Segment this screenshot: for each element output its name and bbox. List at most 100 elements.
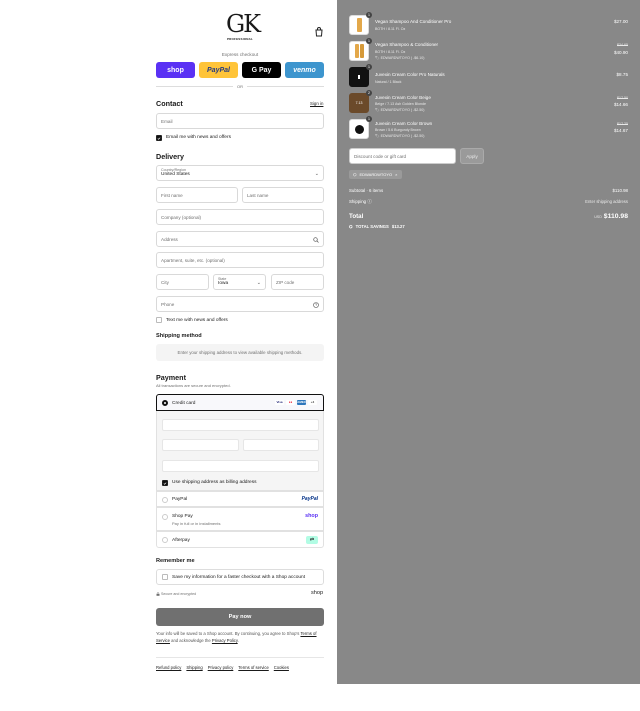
payment-heading: Payment [156, 373, 186, 382]
secure-note: Secure and encrypted [156, 592, 196, 596]
divider [156, 86, 233, 87]
shop-pay-logo: shop [305, 513, 318, 519]
help-icon[interactable] [313, 302, 319, 308]
shipping-link[interactable]: Shipping [186, 665, 202, 670]
gk-logo[interactable]: GK PROFESSIONAL [226, 11, 261, 47]
card-form: Use shipping address as billing address [156, 411, 324, 491]
subtotal-value: $110.98 [612, 188, 628, 193]
order-summary: 1 Vegan Shampoo And Conditioner Pro BOTH… [337, 0, 640, 684]
cart-item-variant: Beige / 7.13 Ash Golden Blonde [375, 102, 426, 106]
apply-button[interactable]: Apply [460, 148, 484, 164]
last-name-field[interactable]: Last name [242, 187, 324, 203]
express-checkout-title: Express checkout [221, 52, 259, 57]
privacy-link[interactable]: Privacy Policy [212, 638, 238, 643]
total-savings: ⌬ TOTAL SAVINGS $13.27 [349, 224, 405, 229]
discount-code-input[interactable]: Discount code or gift card [349, 148, 456, 164]
country-select[interactable]: Country/Region United States ⌄ [156, 165, 324, 181]
cart-item-discount: 🏷 EDWARDWTOYO ( -$2.50) [375, 108, 425, 112]
cvv-field[interactable] [243, 439, 319, 451]
sign-in-link[interactable]: Sign in [310, 101, 323, 106]
shop-pay-subtitle: Pay in full or in installments [172, 521, 221, 526]
zip-field[interactable]: ZIP code [271, 274, 324, 290]
credit-card-label: Credit card [172, 401, 196, 406]
checkout-main: GK PROFESSIONAL Express checkout shop Pa… [0, 0, 337, 711]
payment-subtitle: All transactions are secure and encrypte… [156, 383, 231, 388]
shop-pay-radio[interactable] [162, 514, 168, 520]
card-brands: Visa ●● AMEX +4 [275, 400, 317, 405]
shop-pay-label: Shop Pay [172, 514, 193, 519]
phone-field[interactable]: Phone [156, 296, 324, 312]
shopping-bag-icon[interactable] [314, 24, 324, 37]
tag-icon: ⌬ [349, 224, 353, 229]
cart-item-price: $27.00 [613, 19, 628, 24]
remember-box[interactable]: Save my information for a faster checkou… [156, 569, 324, 585]
cart-item-old-price: $17.25 [617, 122, 628, 126]
currency-code: USD [594, 215, 602, 219]
paypal-radio[interactable] [162, 497, 168, 503]
remember-heading: Remember me [156, 558, 195, 564]
remember-checkbox[interactable] [162, 574, 168, 580]
paypal-button[interactable]: PayPal [199, 62, 238, 78]
company-field[interactable]: Company (optional) [156, 209, 324, 225]
cart-item-discount: 🏷 EDWARDWTOYO ( -$6.10) [375, 56, 425, 60]
footer-links: Refund policy Shipping Privacy policy Te… [156, 665, 289, 670]
quantity-badge: 1 [366, 116, 372, 122]
card-number-field[interactable] [162, 419, 319, 431]
chevron-down-icon: ⌄ [256, 280, 261, 286]
tag-icon: ⌬ [353, 172, 357, 177]
more-cards-badge: +4 [308, 400, 317, 405]
address-field[interactable]: Address [156, 231, 324, 247]
cart-item-thumbnail: 1 [349, 116, 372, 139]
cookies-link[interactable]: Cookies [274, 665, 289, 670]
pay-now-button[interactable]: Pay now [156, 608, 324, 626]
text-offers-checkbox[interactable] [156, 317, 162, 323]
news-checkbox[interactable] [156, 135, 162, 141]
city-field[interactable]: City [156, 274, 209, 290]
terms-of-service-link[interactable]: Terms of service [238, 665, 268, 670]
afterpay-option[interactable]: Afterpay ⇄ [156, 531, 324, 548]
contact-heading: Contact [156, 99, 183, 108]
info-icon[interactable]: ⓘ [367, 199, 371, 204]
quantity-badge: 1 [366, 38, 372, 44]
paypal-option[interactable]: PayPal PayPal [156, 491, 324, 507]
email-field[interactable]: Email [156, 113, 324, 129]
refund-policy-link[interactable]: Refund policy [156, 665, 181, 670]
delivery-heading: Delivery [156, 152, 184, 161]
cart-item-variant: Natural / 1 Black [375, 80, 402, 84]
remove-code-icon[interactable]: × [395, 172, 397, 177]
shop-pay-option[interactable]: Shop Pay Pay in full or in installments … [156, 507, 324, 531]
cart-item-thumbnail: 1 [349, 64, 372, 87]
cart-item-thumbnail: 1 [349, 12, 372, 35]
news-label: Email me with news and offers [166, 135, 231, 140]
cart-item-name: Vegan Shampoo & Conditioner [375, 42, 439, 47]
legal-text: Your info will be saved to a Shop accoun… [156, 631, 317, 643]
paypal-label: PayPal [172, 497, 188, 502]
shop-pay-button[interactable]: shop [156, 62, 195, 78]
remember-label: Save my information for a faster checkou… [172, 575, 306, 580]
visa-icon: Visa [275, 400, 284, 405]
apartment-field[interactable]: Apartment, suite, etc. (optional) [156, 252, 324, 268]
state-select[interactable]: State Iowa ⌄ [213, 274, 266, 290]
privacy-policy-link[interactable]: Privacy policy [208, 665, 234, 670]
expiry-field[interactable] [162, 439, 239, 451]
quantity-badge: 2 [366, 90, 372, 96]
cart-item-price: $14.66 [613, 102, 628, 107]
shipping-placeholder: Enter your shipping address to view avai… [156, 344, 324, 361]
afterpay-radio[interactable] [162, 537, 168, 543]
cart-item-discount: 🏷 EDWARDWTOYO ( -$2.50) [375, 134, 425, 138]
credit-card-option[interactable]: Credit card Visa ●● AMEX +4 [156, 394, 324, 411]
paypal-logo: PayPal [301, 496, 318, 502]
cart-item-old-price: $34.65 [617, 43, 628, 47]
billing-checkbox[interactable] [162, 480, 168, 486]
shipping-label: Shipping ⓘ [349, 199, 372, 204]
first-name-field[interactable]: First name [156, 187, 238, 203]
cart-item-variant: Brown / 5.6 Burgundy Brown [375, 128, 421, 132]
afterpay-icon: ⇄ [306, 536, 318, 544]
venmo-button[interactable]: venmo [285, 62, 324, 78]
subtotal-label: Subtotal · 6 items [349, 188, 384, 193]
credit-card-radio[interactable] [162, 400, 168, 406]
name-on-card-field[interactable] [162, 460, 319, 472]
google-pay-button[interactable]: G Pay [242, 62, 281, 78]
discount-tag: ⌬ EDWARDWTOYO × [349, 170, 402, 179]
cart-item-price: $8.75 [616, 72, 629, 77]
